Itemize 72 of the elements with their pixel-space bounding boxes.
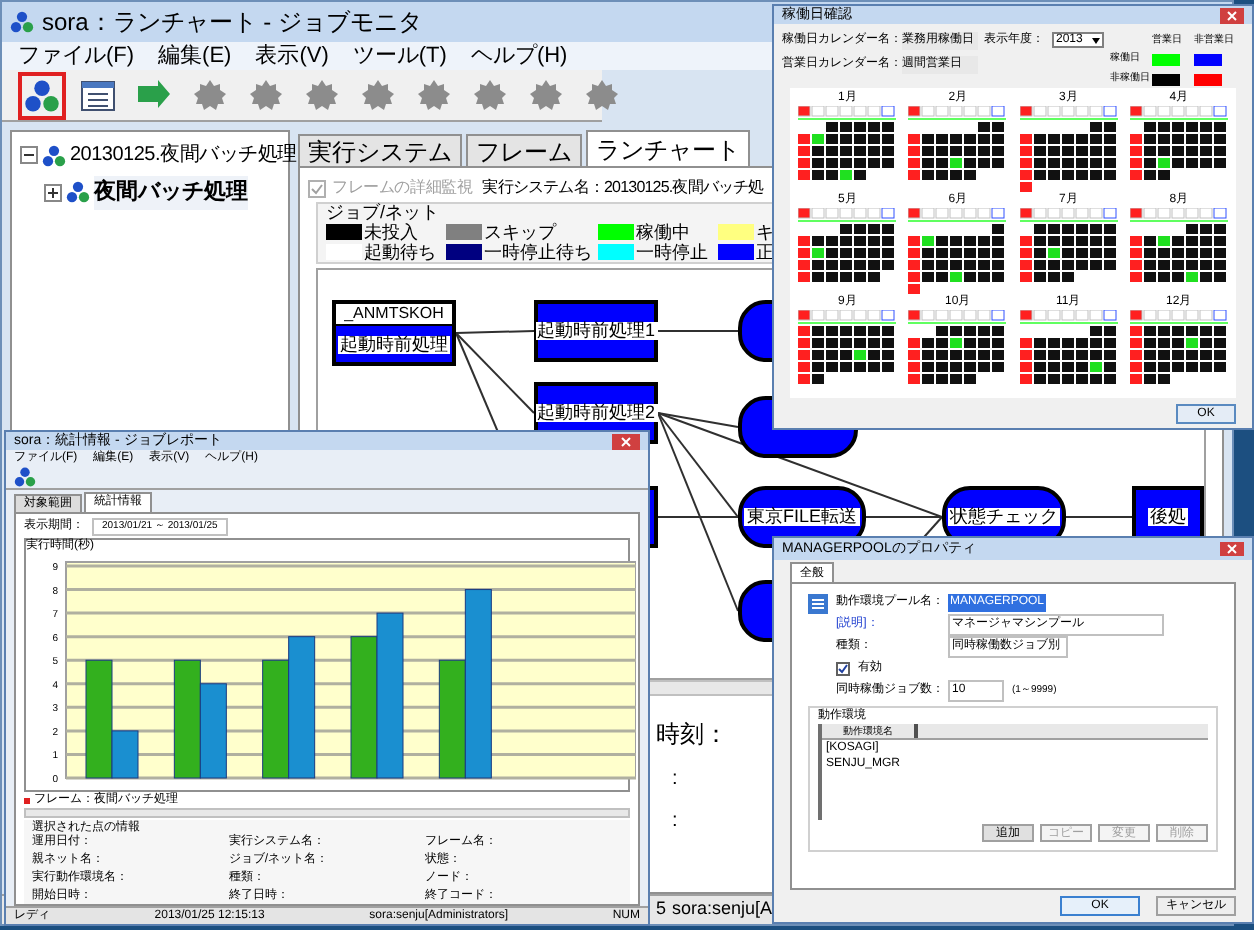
legend-label: キ xyxy=(756,223,774,241)
check-icon xyxy=(310,181,324,195)
field-label: : xyxy=(672,808,678,836)
field-label: : xyxy=(672,766,678,794)
network-icon xyxy=(66,180,90,205)
window-icon xyxy=(80,77,116,113)
node-label: 東京FILE転送 xyxy=(744,508,859,526)
check-icon xyxy=(838,664,848,674)
gear-icon xyxy=(416,77,452,113)
connector-line xyxy=(657,330,739,332)
legend-label: 正 xyxy=(756,243,774,261)
gear-icon xyxy=(248,77,284,113)
checkbox[interactable] xyxy=(836,662,850,676)
tree-item[interactable]: 20130125.夜間バッチ処理 xyxy=(70,140,297,170)
menu-item[interactable]: ツール(T) xyxy=(352,39,447,73)
collapse-icon[interactable] xyxy=(20,146,38,164)
gear-icon xyxy=(472,77,508,113)
legend-label: 一時停止 xyxy=(636,243,708,261)
status-text: sora:senju[A xyxy=(672,896,773,923)
bar[interactable] xyxy=(262,660,290,780)
bar[interactable] xyxy=(288,636,316,780)
menu-item[interactable]: 編集(E) xyxy=(158,39,232,73)
tab[interactable]: 実行システム xyxy=(298,134,462,166)
node-label: 起動時前処理2 xyxy=(535,404,658,422)
menu-item[interactable]: 表示(V) xyxy=(255,39,329,73)
node-label: 状態チェック xyxy=(948,508,1060,526)
net-node[interactable]: _ANMTSKOH 起動時前処理 xyxy=(332,300,456,366)
tab[interactable]: ランチャート xyxy=(586,130,750,166)
toolbar-button[interactable] xyxy=(18,71,66,119)
bar[interactable] xyxy=(438,660,466,780)
arrow-icon xyxy=(136,77,172,113)
node-label: 起動時前処理1 xyxy=(535,322,658,340)
legend-title: ジョブ/ネット xyxy=(326,204,442,222)
legend-label: 一時停止待ち xyxy=(484,243,592,261)
calendar-month-drawing xyxy=(908,208,1007,297)
node-label: 後処 xyxy=(1148,508,1188,526)
system-name: 実行システム名：20130125.夜間バッチ処 xyxy=(482,176,764,200)
connector-line xyxy=(1065,516,1133,518)
job-node[interactable]: 起動時前処理1 xyxy=(534,300,658,362)
menu-item[interactable]: ヘルプ(H) xyxy=(470,39,568,73)
network-icon xyxy=(42,143,66,167)
expand-icon[interactable] xyxy=(44,183,62,202)
gear-icon xyxy=(192,77,228,113)
close-icon[interactable] xyxy=(612,433,640,450)
checkbox-label: フレームの詳細監視 xyxy=(332,176,473,200)
window-title: sora：ランチャート - ジョブモニタ xyxy=(42,6,423,40)
calendar-month-drawing xyxy=(1019,106,1118,195)
tab[interactable]: フレーム xyxy=(466,134,582,166)
horizontal-scrollbar[interactable] xyxy=(24,808,630,819)
legend-marker-icon xyxy=(24,797,30,804)
status-text: 5 xyxy=(656,896,667,923)
close-icon[interactable] xyxy=(1220,7,1244,24)
gear-icon xyxy=(304,77,340,113)
legend-label: 稼働中 xyxy=(636,223,690,241)
bar[interactable] xyxy=(173,660,201,780)
gear-icon xyxy=(528,77,564,113)
tree-item[interactable]: 夜間バッチ処理 xyxy=(94,176,248,209)
gear-icon xyxy=(360,77,396,113)
close-icon[interactable] xyxy=(1220,542,1244,556)
node-header: _ANMTSKOH xyxy=(336,304,452,326)
field-label: 時刻： xyxy=(656,718,728,752)
network-icon xyxy=(14,465,36,487)
menu-item[interactable]: ファイル(F) xyxy=(18,39,135,73)
network-icon xyxy=(24,77,60,113)
app-icon xyxy=(10,10,34,34)
bar[interactable] xyxy=(111,731,139,780)
pool-icon xyxy=(808,593,828,613)
legend-label: スキップ xyxy=(484,223,556,241)
node-label: 起動時前処理 xyxy=(338,335,450,353)
gear-icon xyxy=(584,77,620,113)
legend-label: 未投入 xyxy=(364,223,418,241)
legend-label: 起動待ち xyxy=(364,243,436,261)
